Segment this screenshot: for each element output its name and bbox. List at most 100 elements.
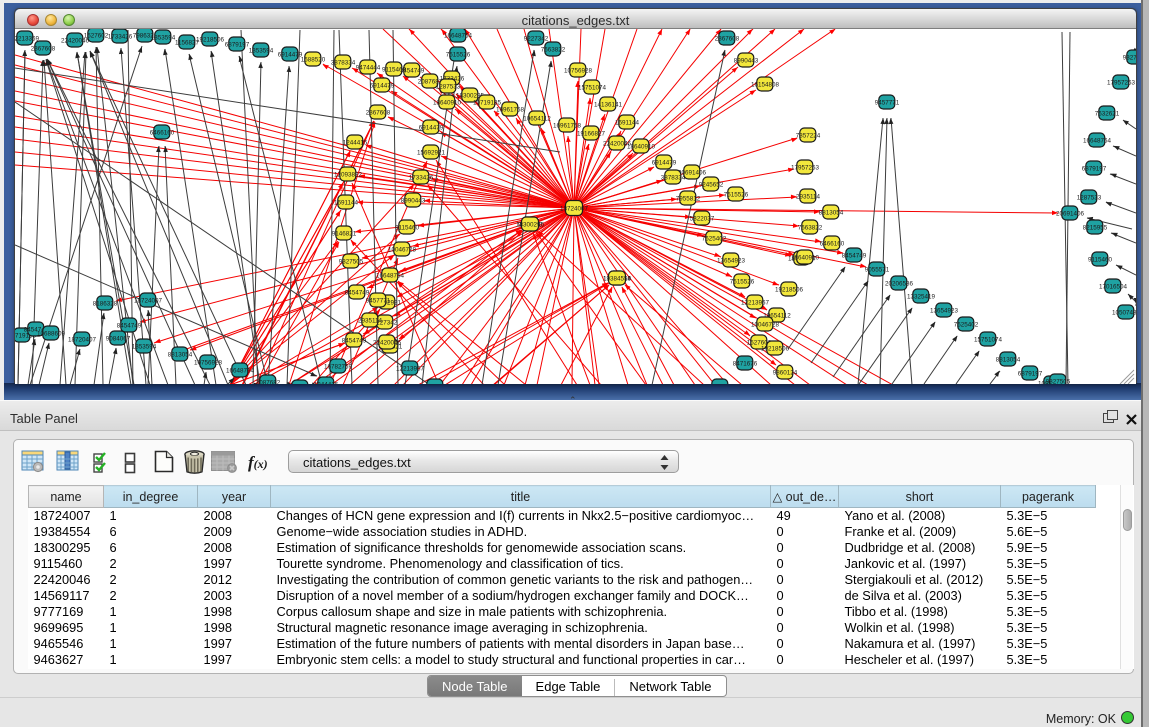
svg-text:18724007: 18724007	[134, 297, 163, 304]
svg-text:16648764: 16648764	[1083, 137, 1112, 144]
svg-text:17016504: 17016504	[1099, 283, 1128, 290]
svg-text:8454749: 8454749	[342, 337, 367, 344]
svg-text:1287533: 1287533	[436, 83, 461, 90]
svg-text:9474444: 9474444	[356, 64, 381, 71]
svg-text:6466160: 6466160	[820, 240, 845, 247]
svg-text:19218506: 19218506	[196, 36, 225, 43]
svg-text:1733426: 1733426	[108, 33, 133, 40]
svg-text:10756928: 10756928	[194, 359, 223, 366]
svg-text:19166827: 19166827	[577, 130, 606, 137]
svg-text:17957253: 17957253	[1107, 79, 1136, 86]
svg-text:16961758: 16961758	[553, 122, 582, 129]
svg-text:16782759: 16782759	[324, 363, 353, 370]
svg-text:8454749: 8454749	[117, 322, 142, 329]
svg-text:9327505: 9327505	[1046, 378, 1071, 384]
svg-text:22420046: 22420046	[373, 339, 402, 346]
svg-text:18640910: 18640910	[433, 99, 462, 106]
svg-text:9245652: 9245652	[699, 181, 724, 188]
svg-text:1691144: 1691144	[615, 119, 640, 126]
svg-text:10507487: 10507487	[1112, 309, 1136, 316]
svg-text:1353594: 1353594	[249, 47, 274, 54]
svg-text:1691144: 1691144	[334, 199, 359, 206]
svg-text:9115460: 9115460	[395, 224, 420, 231]
svg-text:2367608: 2367608	[31, 45, 56, 52]
svg-text:6914479: 6914479	[419, 124, 444, 131]
svg-text:16648764: 16648764	[444, 32, 473, 39]
svg-text:15692921: 15692921	[417, 149, 446, 156]
svg-text:7625402: 7625402	[702, 235, 727, 242]
svg-text:13654923: 13654923	[717, 257, 746, 264]
svg-text:2935114: 2935114	[796, 193, 821, 200]
svg-text:9146821: 9146821	[332, 230, 357, 237]
svg-text:13325419: 13325419	[907, 293, 936, 300]
svg-text:6914479: 6914479	[652, 159, 677, 166]
svg-text:7515526: 7515526	[724, 191, 749, 198]
svg-text:7625402: 7625402	[954, 321, 979, 328]
svg-text:18640910: 18640910	[791, 254, 820, 261]
svg-text:15751074: 15751074	[974, 336, 1003, 343]
svg-text:9084067: 9084067	[106, 335, 131, 342]
svg-text:1353594: 1353594	[132, 343, 157, 350]
svg-text:18640910: 18640910	[627, 143, 656, 150]
svg-text:3878334: 3878334	[661, 174, 686, 181]
svg-text:5322037: 5322037	[690, 215, 715, 222]
svg-text:16648764: 16648764	[226, 367, 255, 374]
svg-text:1588520: 1588520	[301, 56, 326, 63]
svg-text:8813054: 8813054	[996, 356, 1021, 363]
svg-text:5938923: 5938923	[423, 383, 448, 384]
svg-text:12213369: 12213369	[15, 35, 39, 42]
svg-text:18720407: 18720407	[68, 336, 97, 343]
svg-text:6914479: 6914479	[370, 82, 395, 89]
svg-text:13654923: 13654923	[930, 307, 959, 314]
svg-text:17957253: 17957253	[791, 164, 820, 171]
svg-text:20691406: 20691406	[1056, 210, 1085, 217]
svg-text:8813054: 8813054	[168, 351, 193, 358]
svg-text:3878334: 3878334	[331, 59, 356, 66]
svg-text:9227342: 9227342	[524, 35, 549, 42]
svg-text:7632621: 7632621	[1095, 110, 1120, 117]
svg-text:15751074: 15751074	[578, 84, 607, 91]
svg-text:18300295: 18300295	[516, 221, 545, 228]
svg-text:8454749: 8454749	[345, 289, 370, 296]
svg-text:7663822: 7663822	[798, 224, 823, 231]
svg-text:8215955: 8215955	[1083, 224, 1108, 231]
svg-text:12213967: 12213967	[396, 365, 425, 372]
svg-text:10654112: 10654112	[523, 115, 551, 122]
svg-text:1733426: 1733426	[409, 174, 434, 181]
svg-text:8813054: 8813054	[819, 209, 844, 216]
svg-text:1527602: 1527602	[84, 32, 109, 39]
svg-text:1244415: 1244415	[314, 381, 339, 384]
svg-text:16154808: 16154808	[751, 81, 780, 88]
svg-text:10046728: 10046728	[751, 321, 780, 328]
svg-text:16648764: 16648764	[376, 272, 405, 279]
svg-text:9860124: 9860124	[773, 369, 798, 376]
svg-text:7357224: 7357224	[796, 132, 821, 139]
svg-text:19218506: 19218506	[761, 345, 790, 352]
svg-text:9457771: 9457771	[366, 297, 391, 304]
svg-text:2367608: 2367608	[366, 109, 391, 116]
svg-text:8186328: 8186328	[93, 300, 118, 307]
svg-text:2367608: 2367608	[715, 35, 740, 42]
svg-text:9055571: 9055571	[865, 266, 890, 273]
svg-text:9327505: 9327505	[1123, 54, 1136, 61]
svg-text:1244415: 1244415	[343, 139, 368, 146]
svg-text:7955812: 7955812	[676, 195, 701, 202]
svg-text:10688609: 10688609	[37, 330, 66, 337]
svg-text:6879197: 6879197	[1082, 165, 1107, 172]
svg-text:9115460: 9115460	[382, 66, 407, 73]
svg-text:2087682: 2087682	[256, 379, 281, 384]
svg-text:8990443: 8990443	[734, 57, 759, 64]
svg-text:9327505: 9327505	[339, 258, 364, 265]
svg-text:9115460: 9115460	[1088, 256, 1113, 263]
svg-text:19218506: 19218506	[775, 286, 804, 293]
svg-text:7515526: 7515526	[446, 51, 471, 58]
svg-text:18724007: 18724007	[560, 205, 589, 212]
svg-text:1353594: 1353594	[151, 34, 176, 41]
svg-text:1287533: 1287533	[1077, 194, 1102, 201]
svg-text:12213967: 12213967	[741, 299, 770, 306]
svg-text:10756928: 10756928	[564, 67, 593, 74]
svg-text:8990443: 8990443	[401, 197, 426, 204]
svg-text:12093822: 12093822	[334, 171, 363, 178]
svg-text:9457771: 9457771	[875, 99, 900, 106]
svg-text:6879197: 6879197	[1018, 370, 1043, 377]
